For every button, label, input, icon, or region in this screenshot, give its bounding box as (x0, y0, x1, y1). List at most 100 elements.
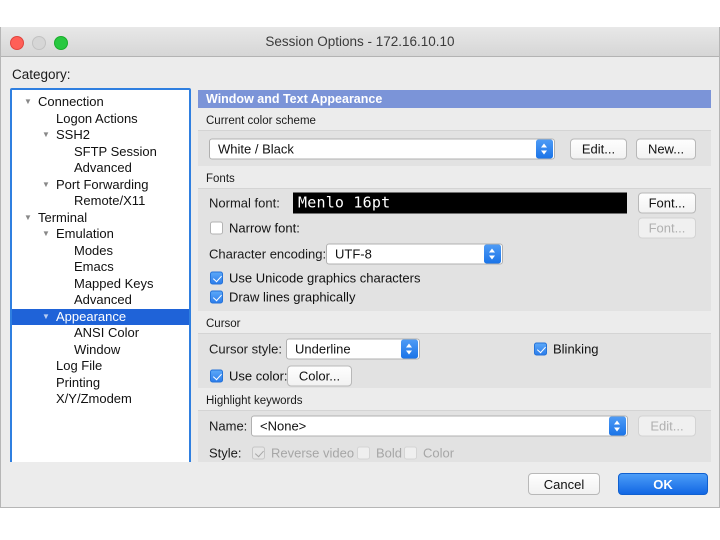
tree-item-modes[interactable]: Modes (12, 243, 189, 260)
tree-item-label: Connection (38, 94, 104, 109)
tree-item-remote-x11[interactable]: Remote/X11 (12, 193, 189, 210)
use-color-label: Use color: (229, 368, 288, 383)
color-scheme-new-button[interactable]: New... (636, 138, 696, 159)
checkbox-icon (252, 446, 265, 459)
tree-item-ssh2-advanced[interactable]: Advanced (12, 160, 189, 177)
tree-item-terminal[interactable]: ▼ Terminal (12, 210, 189, 227)
tree-item-printing[interactable]: Printing (12, 375, 189, 392)
tree-item-mapped-keys[interactable]: Mapped Keys (12, 276, 189, 293)
tree-item-label: Appearance (56, 308, 127, 324)
cursor-group-label: Cursor (206, 318, 241, 330)
cursor-style-label: Cursor style: (209, 341, 282, 356)
color-checkbox: Color (404, 445, 454, 460)
cursor-style-value: Underline (295, 341, 351, 356)
chevron-updown-icon[interactable] (484, 244, 501, 264)
disclosure-triangle-icon[interactable]: ▼ (40, 177, 52, 194)
normal-font-button[interactable]: Font... (638, 192, 696, 213)
window-title: Session Options - 172.16.10.10 (265, 34, 455, 49)
reverse-video-checkbox: Reverse video (252, 445, 354, 460)
dialog-body: Category: ▼ Connection Logon Actions ▼ S… (1, 57, 719, 507)
highlight-name-value: <None> (260, 418, 307, 433)
cursor-group: Cursor style: Underline Blinking Use col… (198, 333, 711, 388)
tree-item-label: Remote/X11 (74, 193, 146, 208)
color-scheme-edit-button[interactable]: Edit... (570, 138, 627, 159)
color-scheme-group: White / Black Edit... New... (198, 130, 711, 166)
narrow-font-label: Narrow font: (229, 220, 300, 236)
tree-item-label: Modes (74, 242, 114, 258)
draw-lines-graphically-checkbox[interactable]: Draw lines graphically (210, 289, 355, 304)
checkbox-icon[interactable] (210, 221, 223, 235)
chevron-updown-icon[interactable] (609, 416, 626, 435)
highlight-group: Name: <None> Edit... Style: Reverse vide… (198, 410, 711, 465)
checkbox-icon (357, 446, 370, 459)
tree-item-label: Port Forwarding (56, 176, 149, 192)
blinking-checkbox[interactable]: Blinking (534, 341, 599, 356)
tree-item-label: Emulation (56, 226, 114, 241)
tree-item-label: Printing (56, 374, 101, 390)
fonts-group: Normal font: Menlo 16pt Font... Narrow f… (198, 188, 711, 311)
chevron-updown-icon[interactable] (401, 339, 418, 358)
tree-item-label: Terminal (38, 209, 88, 225)
use-unicode-graphics-checkbox[interactable]: Use Unicode graphics characters (210, 270, 420, 285)
session-options-window: Session Options - 172.16.10.10 Category:… (0, 27, 720, 508)
normal-font-field[interactable]: Menlo 16pt (293, 192, 627, 213)
highlight-name-label: Name: (209, 418, 248, 433)
cursor-color-button[interactable]: Color... (287, 365, 352, 386)
reverse-video-label: Reverse video (271, 445, 355, 460)
tree-item-appearance[interactable]: ▼ Appearance (12, 308, 189, 326)
tree-item-log-file[interactable]: Log File (12, 358, 189, 375)
tree-item-label: Mapped Keys (74, 275, 154, 291)
character-encoding-value: UTF-8 (335, 246, 372, 262)
normal-font-label: Normal font: (209, 195, 280, 210)
tree-item-label: X/Y/Zmodem (56, 391, 132, 406)
tree-item-emulation-advanced[interactable]: Advanced (12, 292, 189, 309)
color-scheme-value: White / Black (218, 141, 294, 156)
tree-item-label: SSH2 (56, 127, 90, 142)
tree-item-sftp-session[interactable]: SFTP Session (12, 144, 189, 161)
disclosure-triangle-icon[interactable]: ▼ (40, 226, 52, 243)
tree-item-emacs[interactable]: Emacs (12, 259, 189, 276)
use-unicode-graphics-label: Use Unicode graphics characters (229, 270, 421, 285)
tree-item-connection[interactable]: ▼ Connection (12, 94, 189, 111)
use-color-checkbox[interactable]: Use color: (210, 368, 288, 383)
cancel-button[interactable]: Cancel (528, 473, 600, 495)
character-encoding-select[interactable]: UTF-8 (326, 243, 503, 265)
checkbox-icon[interactable] (534, 342, 547, 355)
tree-item-label: Logon Actions (56, 110, 138, 126)
bold-checkbox: Bold (357, 445, 402, 460)
checkbox-icon[interactable] (210, 369, 223, 382)
color-scheme-group-label: Current color scheme (206, 115, 316, 127)
dialog-footer: Cancel OK (1, 462, 719, 507)
checkbox-icon[interactable] (210, 271, 223, 284)
disclosure-triangle-icon[interactable]: ▼ (22, 210, 34, 227)
tree-item-window[interactable]: Window (12, 342, 189, 359)
narrow-font-checkbox[interactable]: Narrow font: (210, 221, 300, 236)
highlight-edit-button: Edit... (638, 415, 696, 436)
tree-item-emulation[interactable]: ▼ Emulation (12, 226, 189, 243)
tree-item-xyzmodem[interactable]: X/Y/Zmodem (12, 391, 189, 408)
category-tree[interactable]: ▼ Connection Logon Actions ▼ SSH2 SFTP S… (10, 88, 191, 503)
tree-item-ssh2[interactable]: ▼ SSH2 (12, 127, 189, 144)
disclosure-triangle-icon[interactable]: ▼ (22, 94, 34, 111)
highlight-name-select[interactable]: <None> (251, 415, 628, 436)
pane-header-title: Window and Text Appearance (198, 90, 711, 108)
blinking-label: Blinking (553, 341, 599, 356)
tree-item-label: Advanced (74, 160, 132, 175)
fonts-group-label: Fonts (206, 173, 235, 185)
cursor-style-select[interactable]: Underline (286, 338, 420, 359)
disclosure-triangle-icon[interactable]: ▼ (40, 127, 52, 144)
disclosure-triangle-icon[interactable]: ▼ (40, 309, 52, 326)
tree-item-label: Log File (56, 358, 103, 373)
ok-button[interactable]: OK (618, 473, 708, 495)
title-bar: Session Options - 172.16.10.10 (1, 27, 719, 57)
tree-item-ansi-color[interactable]: ANSI Color (12, 325, 189, 342)
character-encoding-label: Character encoding: (209, 246, 327, 262)
settings-pane: Window and Text Appearance Current color… (198, 90, 711, 503)
chevron-updown-icon[interactable] (536, 139, 553, 158)
checkbox-icon[interactable] (210, 290, 223, 303)
color-scheme-select[interactable]: White / Black (209, 138, 555, 159)
tree-item-port-forwarding[interactable]: ▼ Port Forwarding (12, 177, 189, 194)
tree-item-logon-actions[interactable]: Logon Actions (12, 111, 189, 128)
color-label: Color (423, 445, 455, 460)
tree-item-label: Emacs (74, 259, 114, 274)
